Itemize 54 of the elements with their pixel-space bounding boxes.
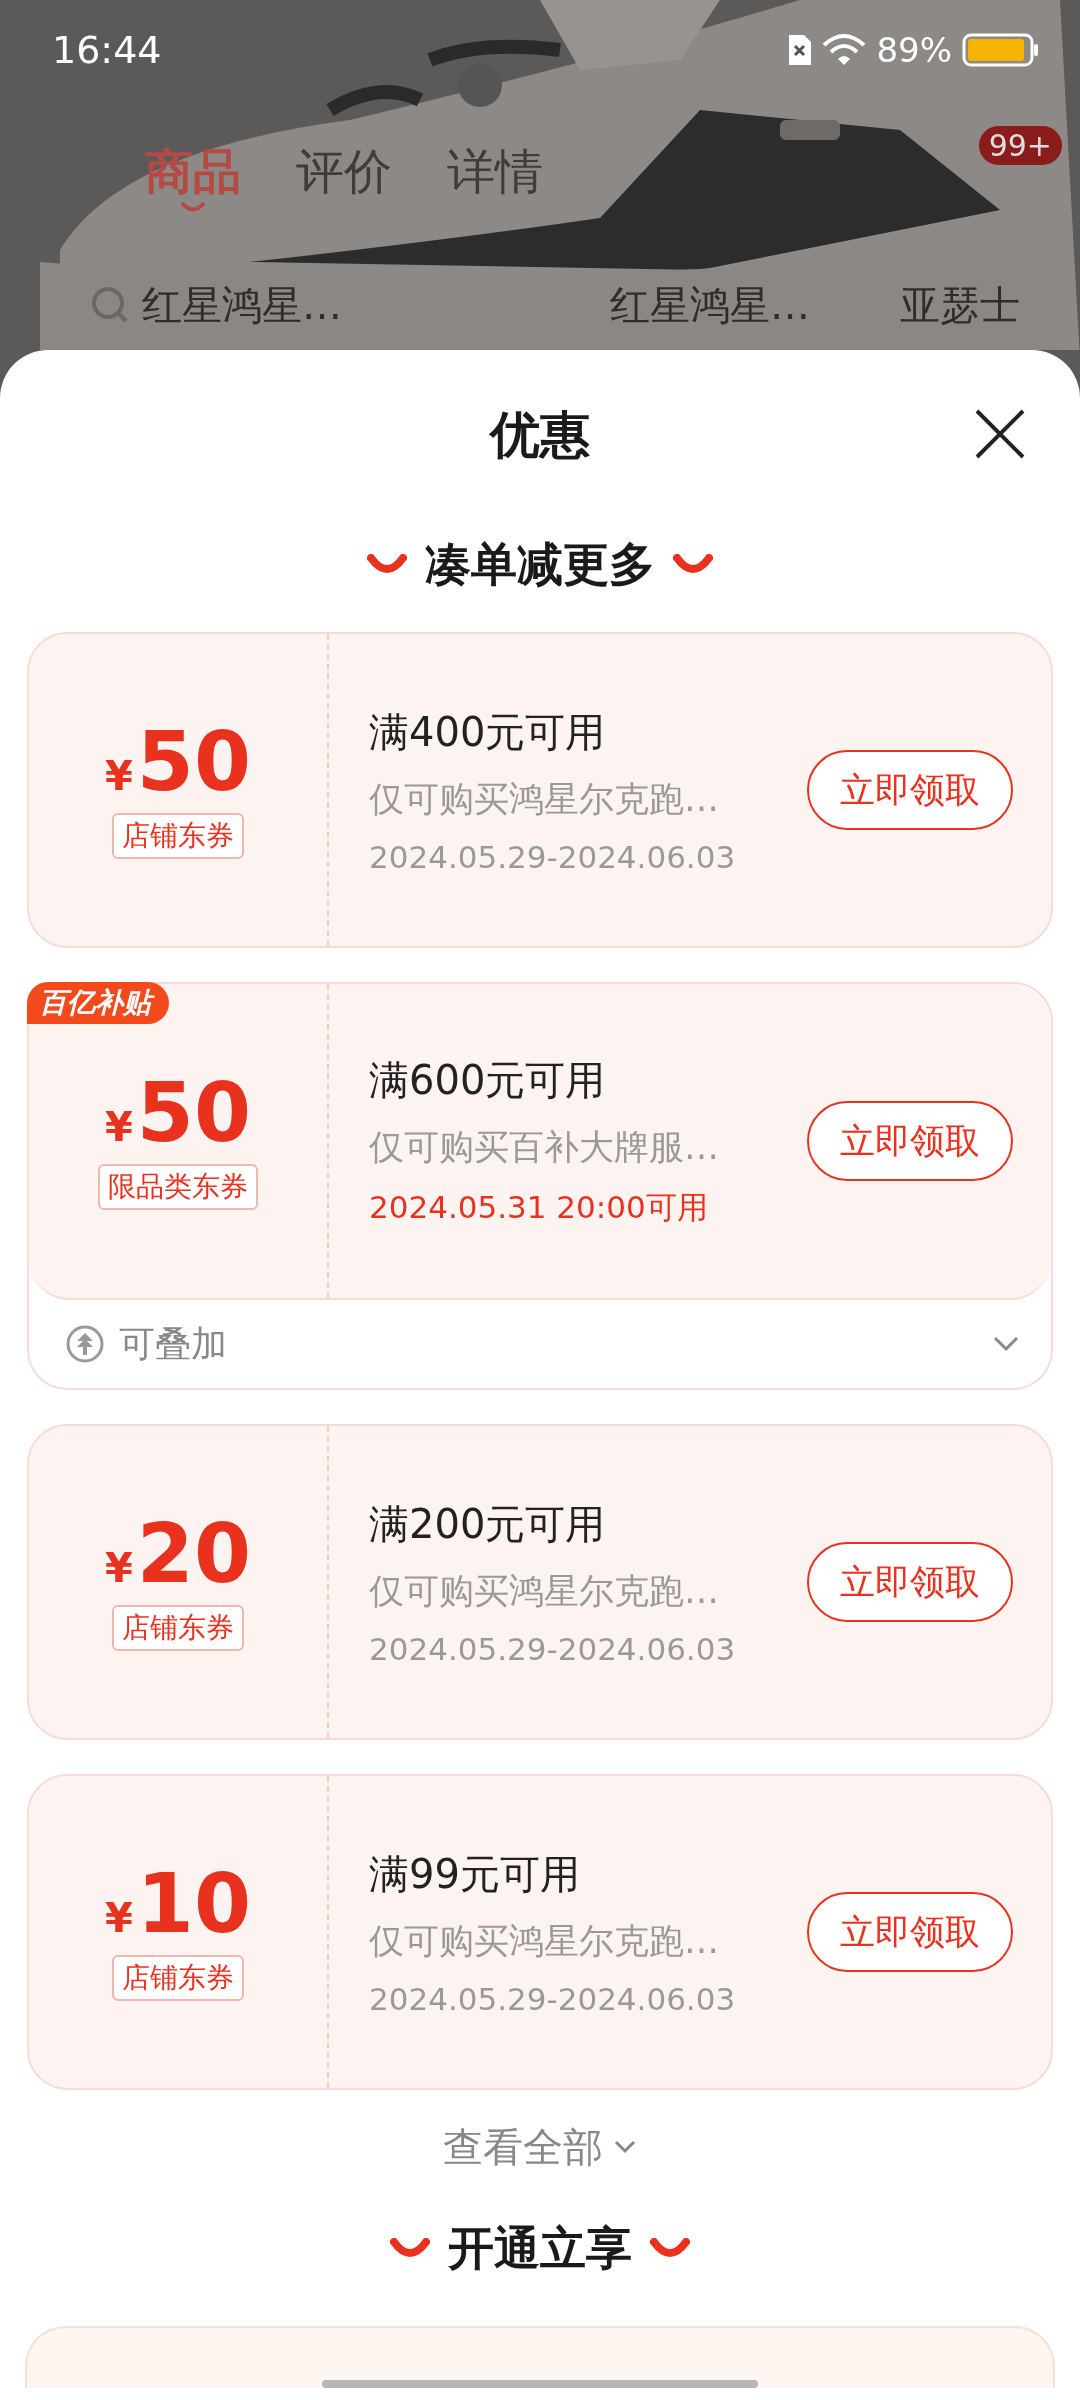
battery-icon <box>962 33 1040 67</box>
wifi-icon <box>822 33 867 67</box>
coupon-tag: 限品类东券 <box>98 1164 258 1210</box>
coupon-validity: 2024.05.29-2024.06.03 <box>369 839 737 875</box>
currency-sign: ¥ <box>105 1545 133 1591</box>
coupon-condition: 满400元可用 <box>369 708 607 757</box>
search-field[interactable]: 红星鸿星… <box>90 277 560 333</box>
smile-mark-icon <box>650 2238 690 2260</box>
sim-card-icon <box>786 34 813 66</box>
subsidy-badge: 百亿补贴 <box>27 982 169 1024</box>
section-title: 凑单减更多 <box>425 536 655 593</box>
smile-mark-icon <box>390 2238 430 2260</box>
coupon-scope: 仅可购买鸿星尔克跑… <box>369 1570 720 1613</box>
coupon-scope: 仅可购买鸿星尔克跑… <box>369 1920 720 1963</box>
coupon-validity: 2024.05.29-2024.06.03 <box>369 1631 737 1667</box>
currency-sign: ¥ <box>105 1895 133 1941</box>
suggestion-link[interactable]: 红星鸿星… <box>610 277 810 333</box>
sheet-title: 优惠 <box>490 404 590 466</box>
coupon-validity: 2024.05.31 20:00可用 <box>369 1188 709 1227</box>
currency-sign: ¥ <box>105 753 133 799</box>
suggestion-link[interactable]: 亚瑟士 <box>900 277 1020 333</box>
coupon-condition: 满99元可用 <box>369 1850 581 1899</box>
claim-button[interactable]: 立即领取 <box>807 1542 1013 1622</box>
battery-percent: 89% <box>876 30 952 70</box>
coupon-condition: 满200元可用 <box>369 1500 607 1549</box>
coupon-amount: 50 <box>136 1072 251 1154</box>
coupon-amount: 20 <box>136 1513 251 1595</box>
page-tab[interactable]: 详情 <box>447 140 543 204</box>
coupon-scope: 仅可购买百补大牌服… <box>369 1126 720 1169</box>
coupon-validity: 2024.05.29-2024.06.03 <box>369 1981 737 2017</box>
chevron-icon[interactable] <box>991 1334 1021 1354</box>
claim-button[interactable]: 立即领取 <box>807 1101 1013 1181</box>
stack-icon <box>65 1324 105 1364</box>
close-icon[interactable] <box>974 408 1026 460</box>
smile-mark-icon <box>673 554 713 576</box>
currency-sign: ¥ <box>105 1104 133 1150</box>
coupon-amount: 10 <box>136 1863 251 1945</box>
coupon-tag: 店铺东券 <box>112 813 244 859</box>
page-tab[interactable]: 评价 <box>296 140 392 204</box>
search-icon <box>90 285 130 325</box>
status-time: 16:44 <box>52 28 162 72</box>
coupon-tag: 店铺东券 <box>112 1955 244 2001</box>
chevron-icon <box>613 2139 637 2155</box>
coupon-tag: 店铺东券 <box>112 1605 244 1651</box>
stack-label: 可叠加 <box>119 1321 228 1366</box>
claim-button[interactable]: 立即领取 <box>807 1892 1013 1972</box>
coupon-condition: 满600元可用 <box>369 1056 607 1105</box>
coupon-amount: 50 <box>136 721 251 803</box>
smile-mark-icon <box>179 200 207 214</box>
view-all-link[interactable]: 查看全部 <box>443 2090 637 2204</box>
section-title: 开通立享 <box>448 2220 632 2277</box>
smile-mark-icon <box>367 554 407 576</box>
claim-button[interactable]: 立即领取 <box>807 750 1013 830</box>
coupon-scope: 仅可购买鸿星尔克跑… <box>369 778 720 821</box>
